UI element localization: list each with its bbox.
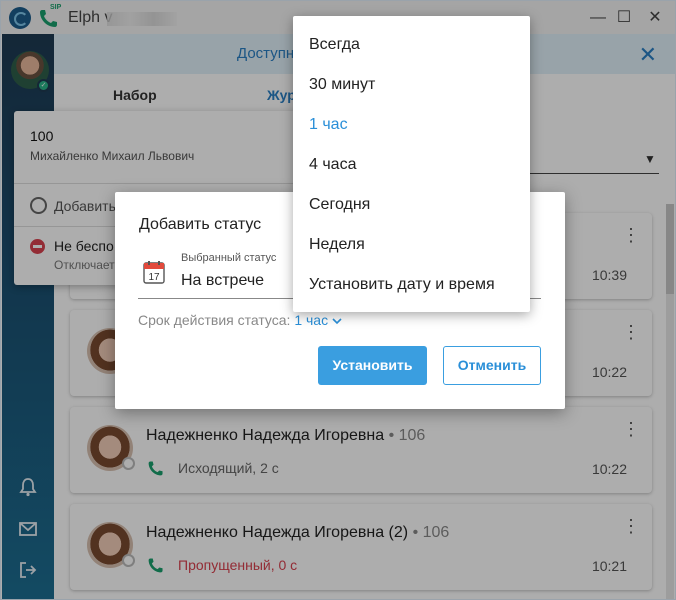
- duration-option-always[interactable]: Всегда: [309, 36, 360, 54]
- duration-option-custom[interactable]: Установить дату и время: [309, 276, 495, 294]
- status-field-label: Выбранный статус: [181, 252, 277, 264]
- calendar-icon: 17: [143, 261, 165, 284]
- calendar-day: 17: [148, 272, 160, 283]
- app-window: SIP Elph v — ☐ ✕ ✓ Доступн ✕ Набор Жур ▼…: [0, 0, 676, 600]
- dialog-title: Добавить статус: [139, 216, 262, 233]
- duration-label: Срок действия статуса:: [138, 312, 291, 328]
- duration-dropdown: Всегда 30 минут 1 час 4 часа Сегодня Нед…: [293, 16, 530, 312]
- duration-option-today[interactable]: Сегодня: [309, 196, 370, 214]
- duration-option-1hour[interactable]: 1 час: [309, 116, 348, 134]
- set-status-button[interactable]: Установить: [318, 346, 427, 385]
- cancel-button[interactable]: Отменить: [443, 346, 541, 385]
- duration-select[interactable]: 1 час: [294, 312, 342, 328]
- duration-value: 1 час: [294, 312, 329, 328]
- chevron-down-icon: [332, 318, 342, 324]
- duration-option-week[interactable]: Неделя: [309, 236, 365, 254]
- duration-option-30min[interactable]: 30 минут: [309, 76, 375, 94]
- status-input[interactable]: На встрече: [181, 272, 264, 290]
- duration-option-4hours[interactable]: 4 часа: [309, 156, 356, 174]
- duration-row: Срок действия статуса: 1 час: [138, 312, 342, 328]
